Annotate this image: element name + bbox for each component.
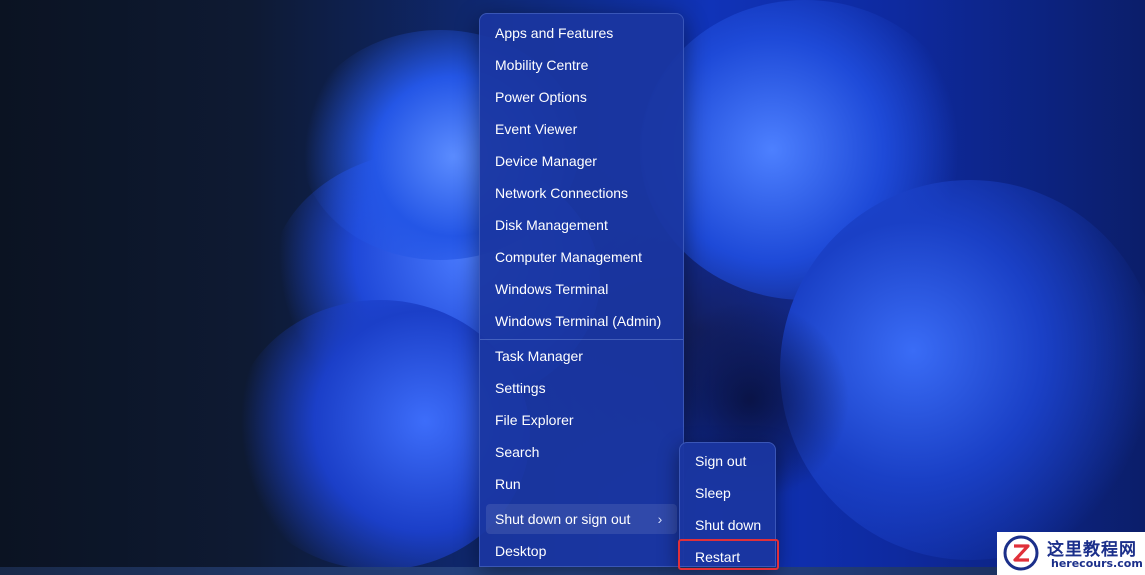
menu-item-shut-down-or-sign-out[interactable]: Shut down or sign out ›	[486, 504, 677, 534]
menu-item-event-viewer[interactable]: Event Viewer	[486, 114, 677, 144]
menu-item-label: Mobility Centre	[495, 57, 589, 73]
submenu-item-sign-out[interactable]: Sign out	[683, 446, 772, 476]
site-logo-icon	[1003, 535, 1039, 571]
chevron-right-icon: ›	[657, 511, 663, 527]
menu-item-power-options[interactable]: Power Options	[486, 82, 677, 112]
menu-item-network-connections[interactable]: Network Connections	[486, 178, 677, 208]
menu-item-search[interactable]: Search	[486, 437, 677, 467]
menu-item-label: Windows Terminal (Admin)	[495, 313, 662, 329]
menu-item-label: Network Connections	[495, 185, 629, 201]
submenu-item-label: Shut down	[695, 517, 762, 533]
menu-item-label: Settings	[495, 380, 546, 396]
menu-item-device-manager[interactable]: Device Manager	[486, 146, 677, 176]
menu-item-disk-management[interactable]: Disk Management	[486, 210, 677, 240]
watermark-url: herecours.com	[1051, 557, 1143, 570]
menu-item-label: Power Options	[495, 89, 587, 105]
menu-item-task-manager[interactable]: Task Manager	[486, 341, 677, 371]
menu-item-label: Event Viewer	[495, 121, 578, 137]
submenu-item-label: Restart	[695, 549, 741, 565]
taskbar	[0, 567, 1145, 575]
menu-item-settings[interactable]: Settings	[486, 373, 677, 403]
menu-item-mobility-centre[interactable]: Mobility Centre	[486, 50, 677, 80]
menu-item-label: Desktop	[495, 543, 547, 559]
menu-item-windows-terminal[interactable]: Windows Terminal	[486, 274, 677, 304]
menu-item-label: Disk Management	[495, 217, 608, 233]
menu-item-computer-management[interactable]: Computer Management	[486, 242, 677, 272]
submenu-item-shut-down[interactable]: Shut down	[683, 510, 772, 540]
submenu-item-sleep[interactable]: Sleep	[683, 478, 772, 508]
menu-item-label: Apps and Features	[495, 25, 614, 41]
menu-item-label: Run	[495, 476, 521, 492]
menu-item-label: Shut down or sign out	[495, 511, 631, 527]
menu-item-run[interactable]: Run	[486, 469, 677, 499]
menu-item-label: Device Manager	[495, 153, 597, 169]
submenu-item-label: Sign out	[695, 453, 747, 469]
menu-item-label: Computer Management	[495, 249, 643, 265]
desktop-wallpaper: Apps and Features Mobility Centre Power …	[0, 0, 1145, 575]
shutdown-submenu: Sign out Sleep Shut down Restart	[679, 442, 776, 567]
menu-item-apps-and-features[interactable]: Apps and Features	[486, 18, 677, 48]
menu-item-windows-terminal-admin[interactable]: Windows Terminal (Admin)	[486, 306, 677, 336]
menu-item-label: File Explorer	[495, 412, 574, 428]
menu-item-label: Windows Terminal	[495, 281, 609, 297]
menu-item-label: Task Manager	[495, 348, 583, 364]
submenu-item-label: Sleep	[695, 485, 731, 501]
menu-separator	[480, 339, 683, 340]
menu-item-label: Search	[495, 444, 540, 460]
submenu-item-restart[interactable]: Restart	[683, 542, 772, 572]
winx-context-menu: Apps and Features Mobility Centre Power …	[479, 13, 684, 567]
watermark: 这里教程网 herecours.com	[997, 532, 1145, 575]
menu-item-desktop[interactable]: Desktop	[486, 536, 677, 566]
menu-item-file-explorer[interactable]: File Explorer	[486, 405, 677, 435]
